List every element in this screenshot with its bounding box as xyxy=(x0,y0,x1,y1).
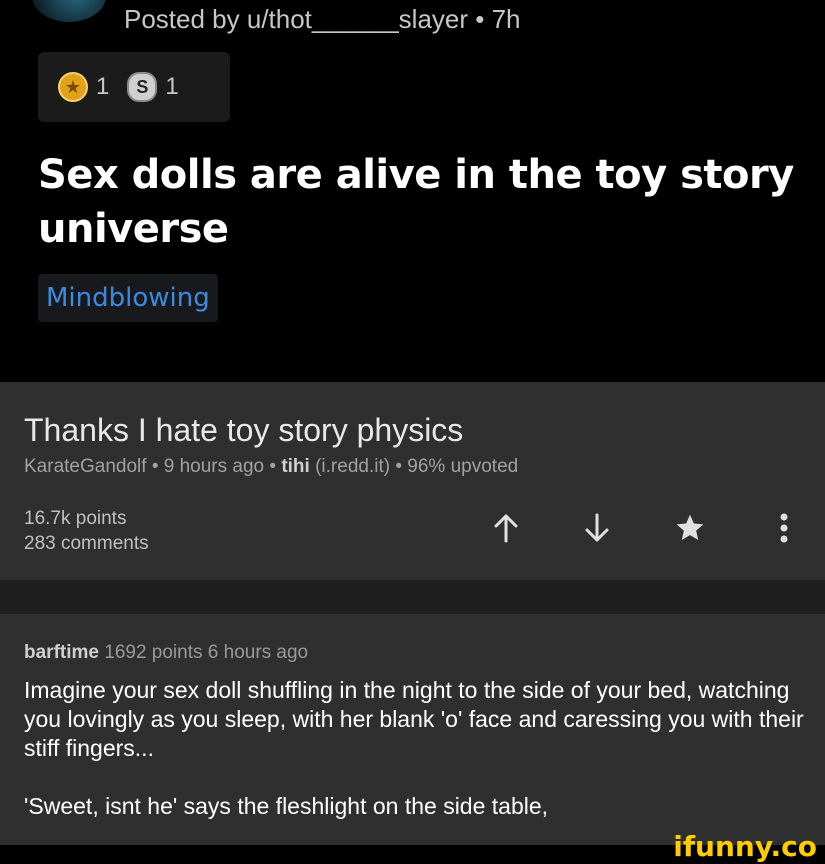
card-subreddit[interactable]: tihi xyxy=(281,456,310,477)
post-title[interactable]: Sex dolls are alive in the toy story uni… xyxy=(38,148,798,256)
comment-paragraph: 'Sweet, isnt he' says the fleshlight on … xyxy=(24,793,549,819)
card-author[interactable]: KarateGandolf xyxy=(24,456,147,477)
gold-award-icon: ★ xyxy=(58,72,88,102)
ifunny-watermark: ifunny.co xyxy=(673,830,817,863)
card-meta: KarateGandolf • 9 hours ago • tihi (i.re… xyxy=(24,456,518,478)
post-flair[interactable]: Mindblowing xyxy=(38,274,218,322)
original-post-section: Posted by u/thot______slayer • 7h ★ 1 S … xyxy=(0,0,825,382)
card-time: 9 hours ago xyxy=(163,456,265,477)
gold-award-count: 1 xyxy=(96,73,110,100)
card-points: 16.7k points xyxy=(24,508,127,529)
upvote-icon[interactable] xyxy=(488,510,524,546)
meta-separator: • xyxy=(269,456,282,477)
posted-by-line: Posted by u/thot______slayer • 7h xyxy=(124,4,521,34)
star-icon[interactable] xyxy=(672,510,708,546)
comment-meta: barftime 1692 points 6 hours ago xyxy=(24,642,308,664)
comment-points-time: 1692 points 6 hours ago xyxy=(104,642,309,663)
comment-paragraph: Imagine your sex doll shuffling in the n… xyxy=(24,677,804,761)
meta-separator: • xyxy=(395,456,408,477)
meta-separator: • xyxy=(151,456,164,477)
silver-award-count: 1 xyxy=(165,73,179,100)
card-comments[interactable]: 283 comments xyxy=(24,533,149,555)
downvote-icon[interactable] xyxy=(579,510,615,546)
card-source[interactable]: (i.redd.it) xyxy=(315,456,390,477)
post-card: Thanks I hate toy story physics KarateGa… xyxy=(0,382,825,580)
comment-author[interactable]: barftime xyxy=(24,642,99,663)
silver-award-icon: S xyxy=(127,72,158,102)
section-divider xyxy=(0,580,825,614)
user-avatar[interactable] xyxy=(32,0,106,22)
more-icon[interactable] xyxy=(766,510,802,546)
top-comment: barftime 1692 points 6 hours ago Imagine… xyxy=(0,614,825,845)
card-upvoted: 96% upvoted xyxy=(407,456,519,477)
card-title[interactable]: Thanks I hate toy story physics xyxy=(24,412,463,449)
comment-body: Imagine your sex doll shuffling in the n… xyxy=(24,676,804,821)
awards-box[interactable]: ★ 1 S 1 xyxy=(38,52,230,122)
